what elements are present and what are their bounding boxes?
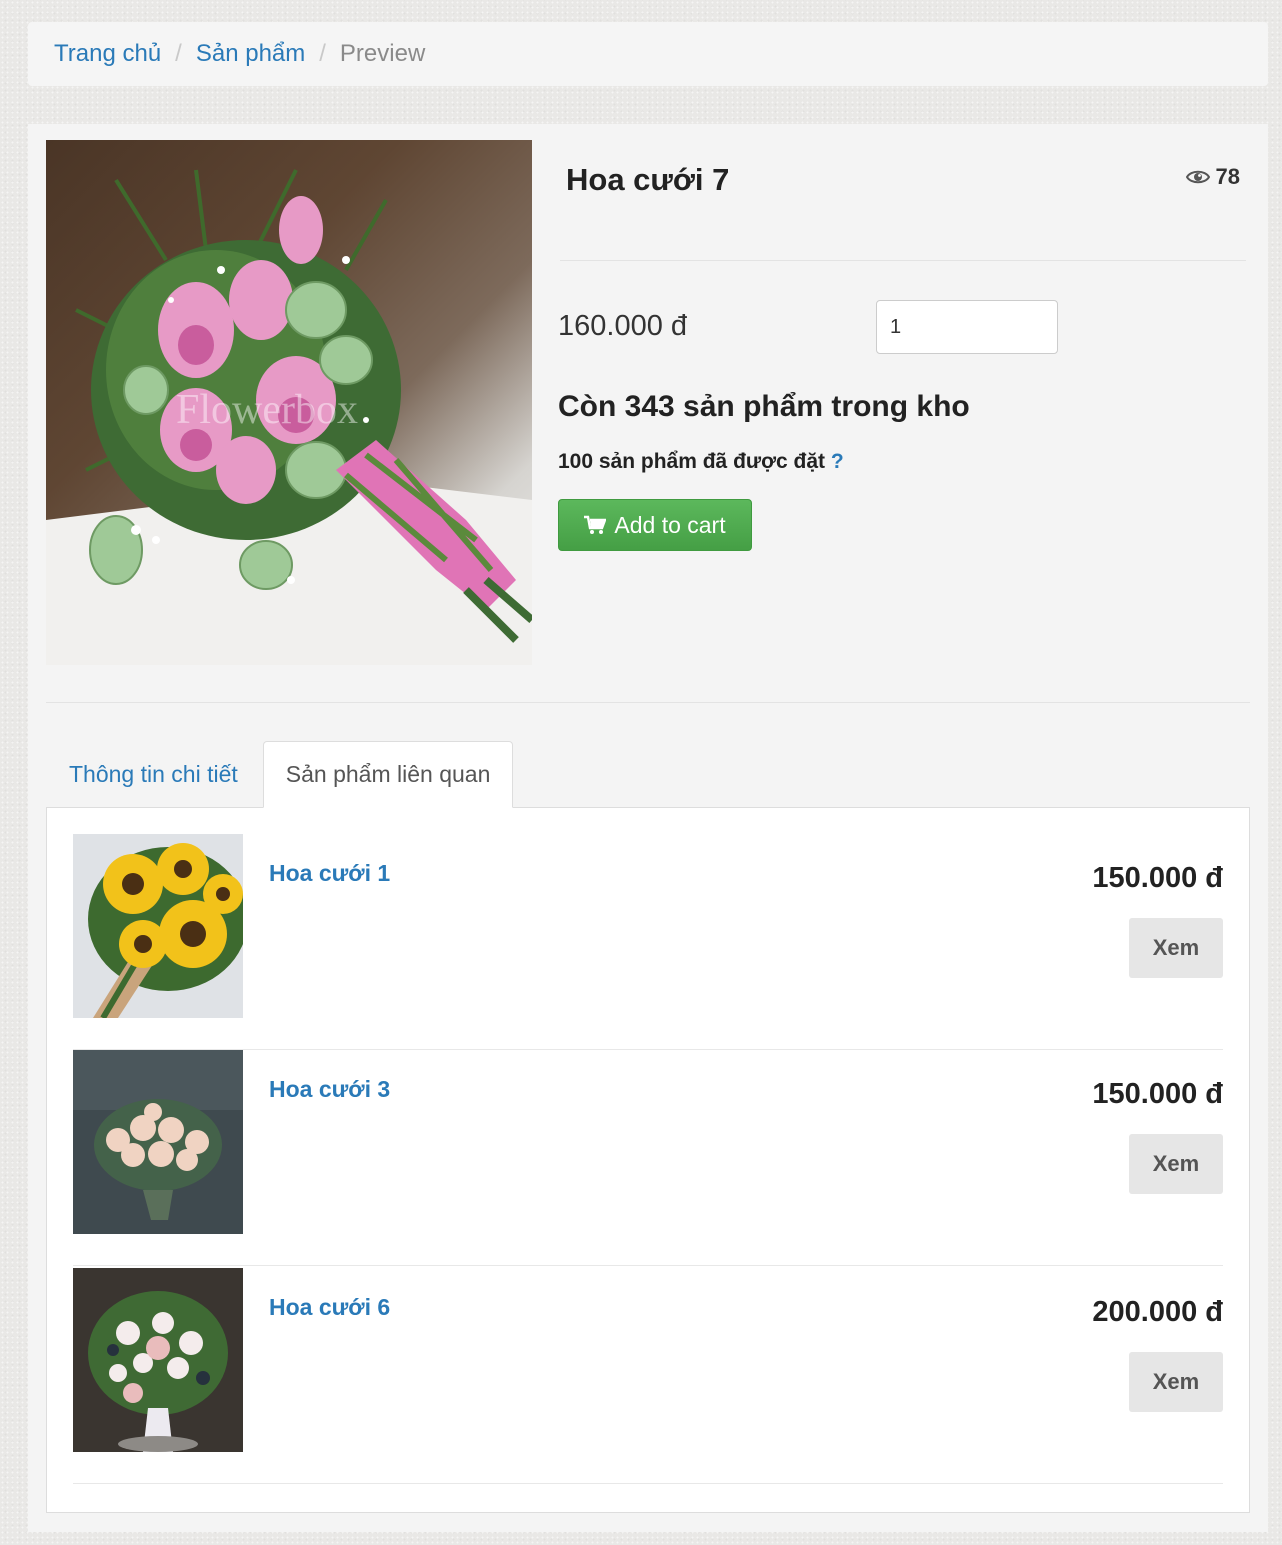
breadcrumb-separator: /: [319, 40, 326, 67]
ordered-count: 100 sản phẩm đã được đặt ?: [558, 450, 844, 474]
quantity-input[interactable]: [876, 300, 1058, 354]
divider: [46, 702, 1250, 703]
list-item: Hoa cưới 1 150.000 đ Xem: [73, 834, 1223, 1050]
add-to-cart-button[interactable]: Add to cart: [558, 499, 752, 551]
related-product-price: 150.000 đ: [1092, 862, 1223, 894]
tab-details[interactable]: Thông tin chi tiết: [46, 741, 261, 808]
view-product-button[interactable]: Xem: [1129, 1134, 1223, 1194]
shopping-cart-icon: [584, 515, 607, 534]
view-count: 78: [1185, 164, 1240, 190]
list-item: Hoa cưới 6 200.000 đ Xem: [73, 1268, 1223, 1484]
breadcrumb: Trang chủ / Sản phẩm / Preview: [28, 22, 1268, 86]
eye-icon: [1185, 170, 1210, 184]
product-image: Flowerbox: [46, 140, 532, 665]
ordered-help-link[interactable]: ?: [831, 450, 844, 473]
breadcrumb-current: Preview: [339, 40, 426, 67]
related-product-price: 150.000 đ: [1092, 1078, 1223, 1110]
related-product-image[interactable]: [73, 834, 243, 1018]
related-product-image[interactable]: [73, 1268, 243, 1452]
product-panel: Flowerbox Hoa cưới 7 78 160.000 đ Còn 34…: [28, 124, 1268, 1532]
bouquet-illustration: Flowerbox: [46, 169, 532, 665]
product-title: Hoa cưới 7: [566, 162, 730, 197]
breadcrumb-products-link[interactable]: Sản phẩm: [196, 40, 305, 68]
ordered-count-text: 100 sản phẩm đã được đặt: [558, 450, 826, 473]
breadcrumb-home-link[interactable]: Trang chủ: [54, 40, 161, 68]
sunflower-bouquet-illustration: [73, 834, 243, 1018]
related-product-image[interactable]: [73, 1050, 243, 1234]
view-product-button[interactable]: Xem: [1129, 918, 1223, 978]
mixed-bouquet-illustration: [73, 1268, 243, 1452]
related-product-name[interactable]: Hoa cưới 3: [269, 1076, 390, 1103]
list-item: Hoa cưới 3 150.000 đ Xem: [73, 1050, 1223, 1266]
related-product-price: 200.000 đ: [1092, 1296, 1223, 1328]
product-tabs: Thông tin chi tiết Sản phẩm liên quan: [46, 741, 514, 808]
tab-related-products[interactable]: Sản phẩm liên quan: [262, 741, 514, 808]
related-product-name[interactable]: Hoa cưới 6: [269, 1294, 390, 1321]
product-price: 160.000 đ: [558, 310, 688, 342]
photo-watermark: Flowerbox: [176, 387, 358, 433]
view-count-value: 78: [1215, 164, 1240, 189]
related-products-panel: Hoa cưới 1 150.000 đ Xem Hoa cưới 3 150.…: [46, 807, 1250, 1513]
related-product-name[interactable]: Hoa cưới 1: [269, 860, 390, 887]
breadcrumb-separator: /: [175, 40, 182, 67]
rose-bouquet-illustration: [73, 1050, 243, 1234]
product-header: Hoa cưới 7 78: [566, 162, 1246, 202]
stock-status: Còn 343 sản phẩm trong kho: [558, 390, 970, 423]
add-to-cart-label: Add to cart: [614, 511, 726, 538]
view-product-button[interactable]: Xem: [1129, 1352, 1223, 1412]
divider: [560, 260, 1246, 261]
